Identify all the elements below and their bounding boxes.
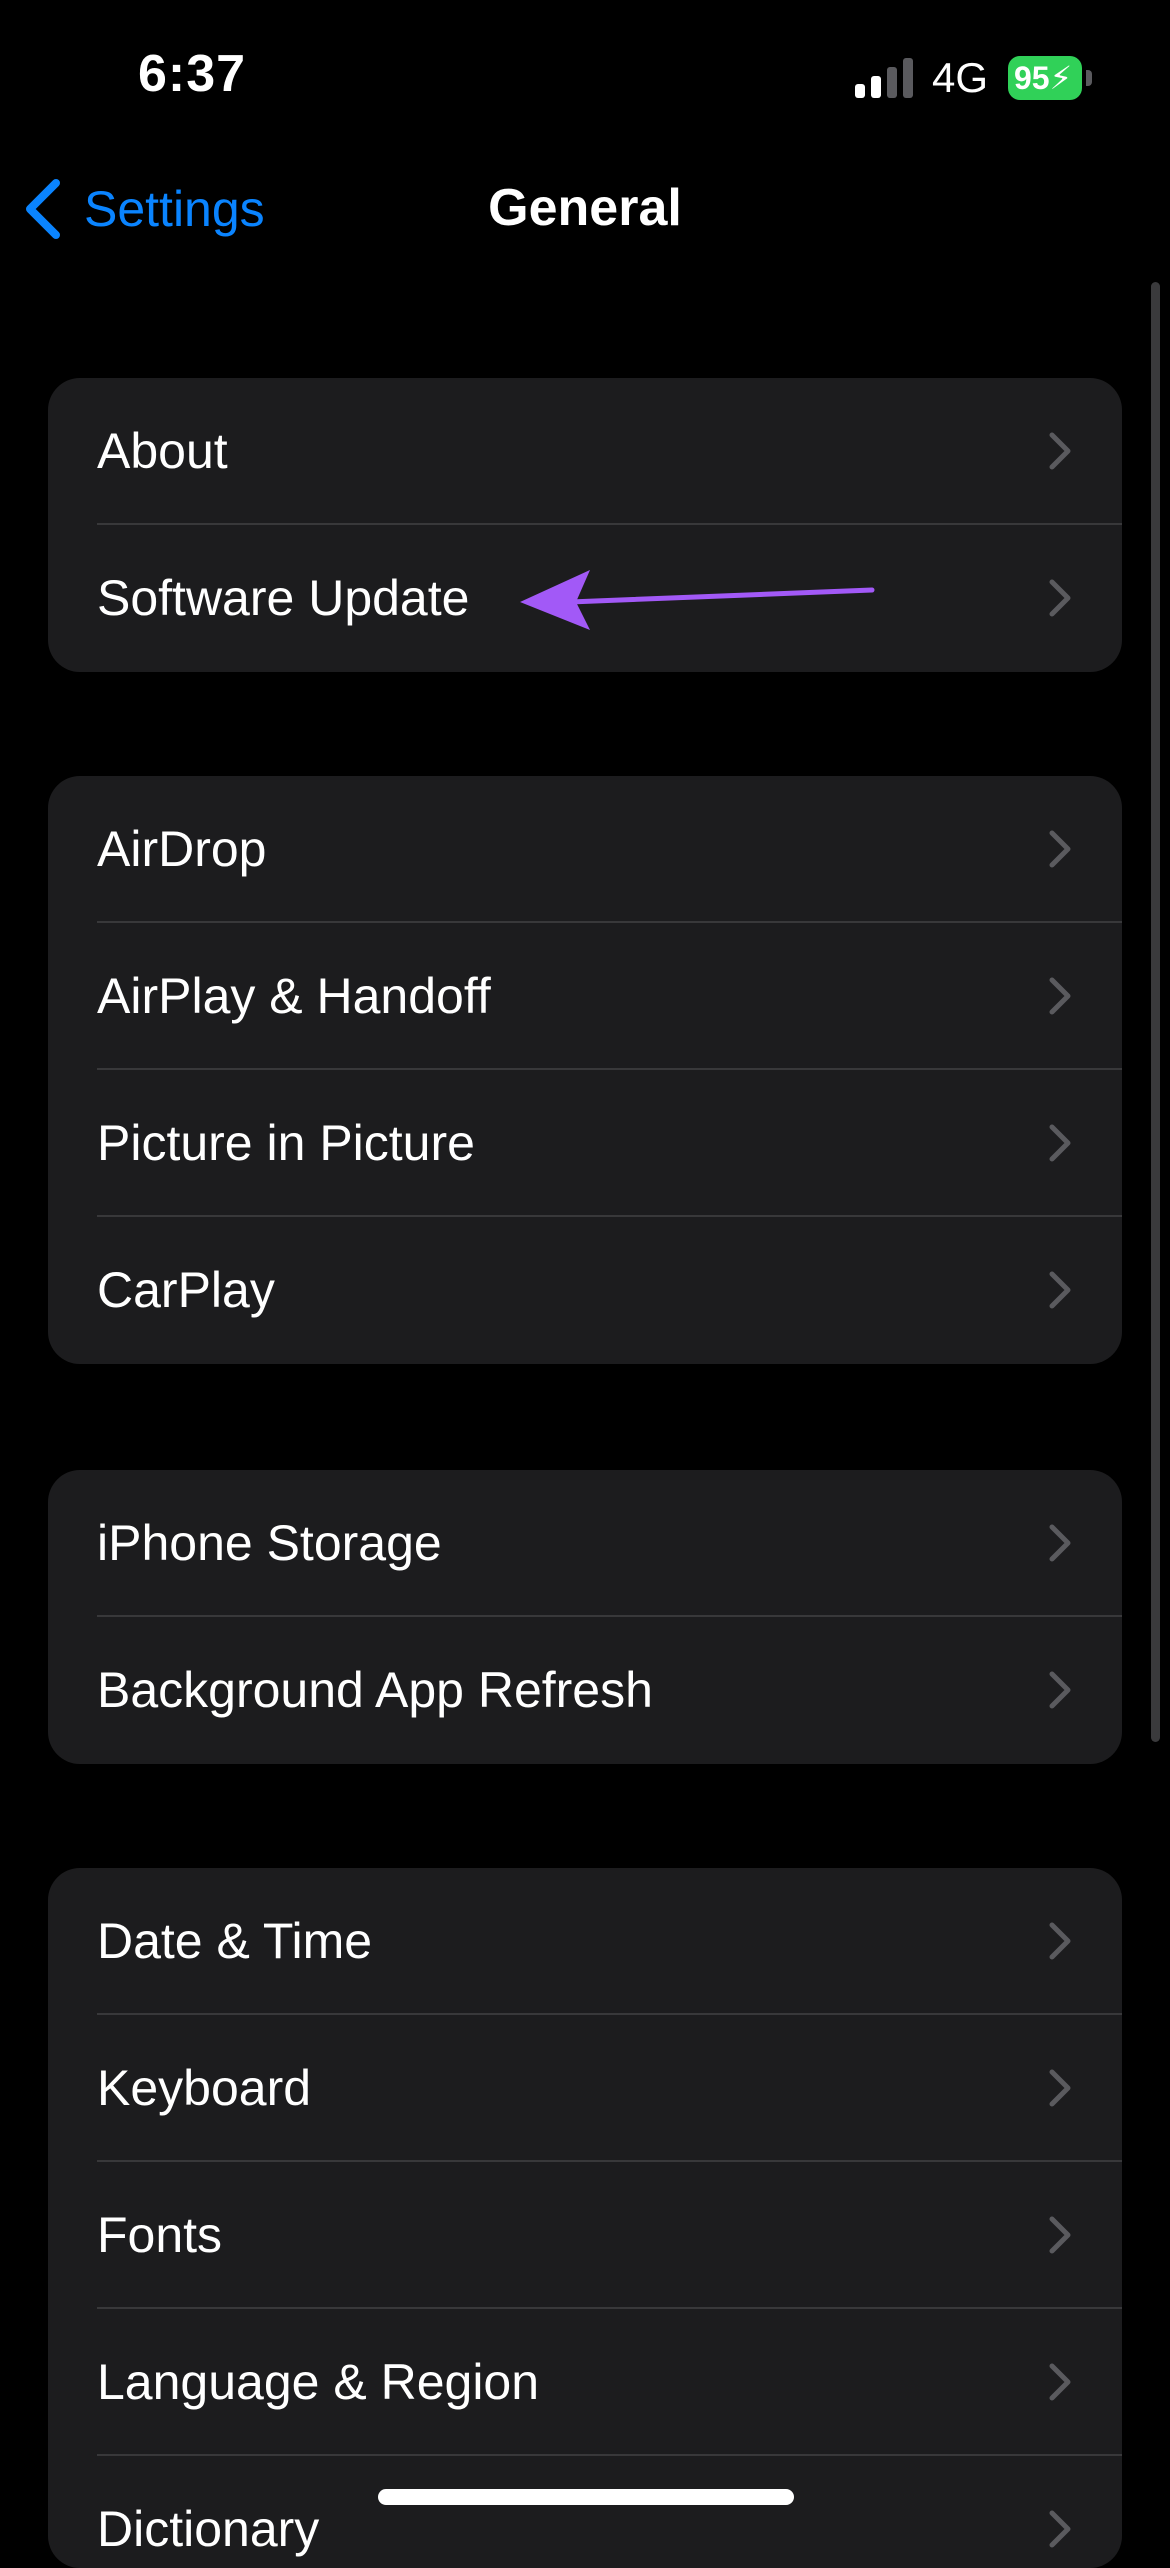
settings-row-software-update[interactable]: Software Update — [48, 525, 1122, 672]
chevron-right-icon — [1049, 1922, 1071, 1960]
navigation-bar: Settings General — [0, 150, 1170, 266]
network-type: 4G — [932, 54, 989, 101]
chevron-right-icon — [1049, 432, 1071, 470]
settings-row-fonts[interactable]: Fonts — [48, 2162, 1122, 2309]
settings-row-iphone-storage[interactable]: iPhone Storage — [48, 1470, 1122, 1617]
row-label: Picture in Picture — [97, 1115, 475, 1171]
settings-row-dictionary[interactable]: Dictionary — [48, 2456, 1122, 2568]
chevron-right-icon — [1049, 1271, 1071, 1309]
row-label: AirDrop — [97, 821, 267, 877]
row-label: Keyboard — [97, 2060, 312, 2116]
settings-row-date-time[interactable]: Date & Time — [48, 1868, 1122, 2015]
chevron-right-icon — [1049, 977, 1071, 1015]
scrollbar[interactable] — [1151, 282, 1160, 1742]
settings-group-2: AirDrop AirPlay & Handoff Picture in Pic… — [48, 776, 1122, 1364]
battery-level: 95 — [1014, 60, 1050, 96]
row-label: Dictionary — [97, 2501, 320, 2557]
row-label: Fonts — [97, 2207, 223, 2263]
home-indicator[interactable] — [378, 2489, 794, 2505]
settings-row-airplay-handoff[interactable]: AirPlay & Handoff — [48, 923, 1122, 1070]
row-label: iPhone Storage — [97, 1515, 442, 1571]
settings-group-3: iPhone Storage Background App Refresh — [48, 1470, 1122, 1764]
settings-row-carplay[interactable]: CarPlay — [48, 1217, 1122, 1364]
charging-bolt-icon: ⚡ — [1049, 60, 1073, 96]
battery-icon: 95⚡ — [1008, 56, 1092, 100]
page-title: General — [488, 179, 682, 237]
cellular-signal-icon — [855, 58, 913, 98]
settings-row-airdrop[interactable]: AirDrop — [48, 776, 1122, 923]
settings-group-4: Date & Time Keyboard Fonts Language & Re… — [48, 1868, 1122, 2568]
chevron-right-icon — [1049, 1124, 1071, 1162]
row-label: About — [97, 423, 228, 479]
row-label: CarPlay — [97, 1262, 275, 1318]
chevron-right-icon — [1049, 2510, 1071, 2548]
settings-row-picture-in-picture[interactable]: Picture in Picture — [48, 1070, 1122, 1217]
row-label: Software Update — [97, 570, 470, 626]
row-label: Language & Region — [97, 2354, 540, 2410]
chevron-right-icon — [1049, 2363, 1071, 2401]
row-label: Date & Time — [97, 1913, 373, 1969]
chevron-right-icon — [1049, 579, 1071, 617]
settings-row-background-app-refresh[interactable]: Background App Refresh — [48, 1617, 1122, 1764]
chevron-right-icon — [1049, 830, 1071, 868]
status-bar: 6:37 4G 95⚡ — [0, 0, 1170, 150]
chevron-right-icon — [1049, 1524, 1071, 1562]
settings-row-about[interactable]: About — [48, 378, 1122, 525]
row-label: Background App Refresh — [97, 1662, 653, 1718]
settings-group-1: About Software Update — [48, 378, 1122, 672]
status-time: 6:37 — [138, 45, 247, 103]
chevron-right-icon — [1049, 2216, 1071, 2254]
settings-row-keyboard[interactable]: Keyboard — [48, 2015, 1122, 2162]
row-label: AirPlay & Handoff — [97, 968, 491, 1024]
settings-row-language-region[interactable]: Language & Region — [48, 2309, 1122, 2456]
chevron-right-icon — [1049, 2069, 1071, 2107]
chevron-right-icon — [1049, 1671, 1071, 1709]
